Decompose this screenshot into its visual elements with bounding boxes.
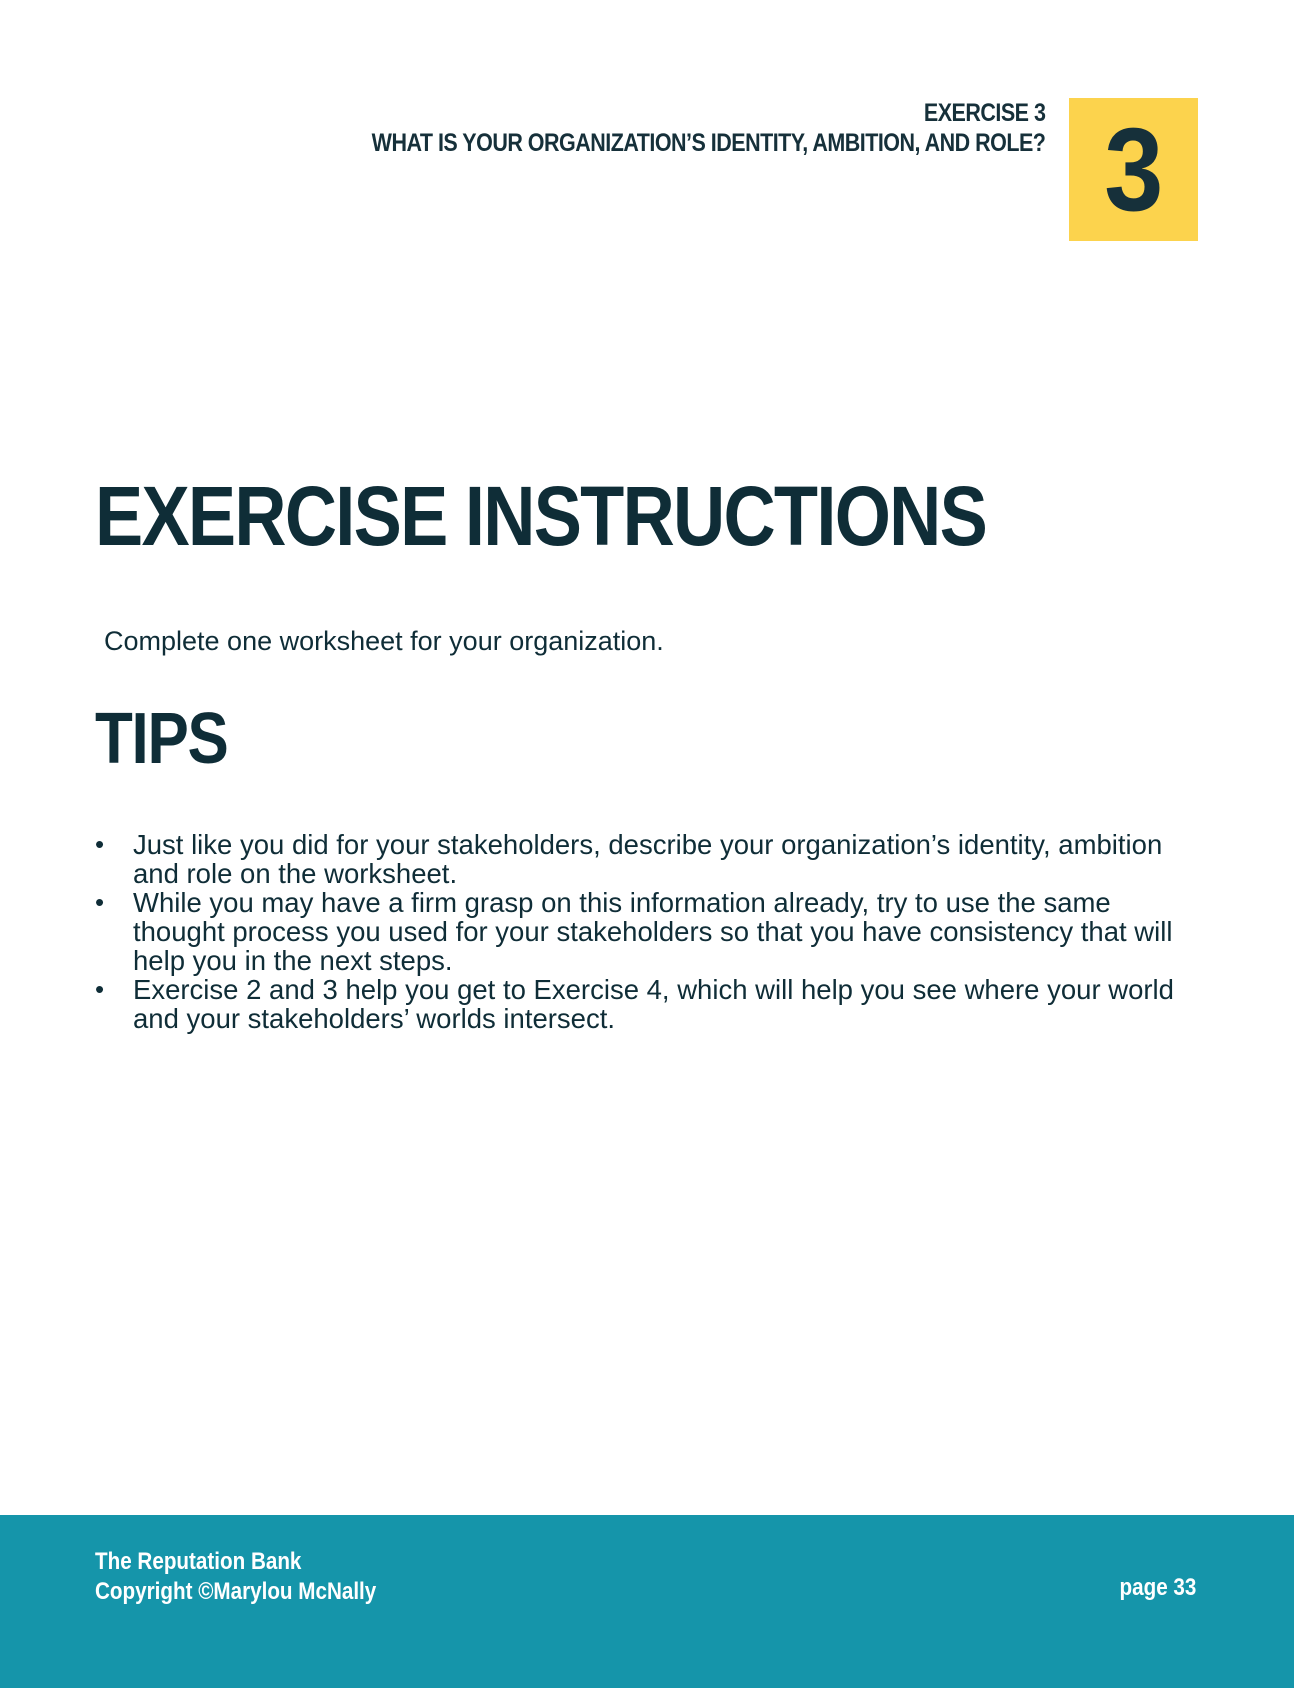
list-item: • While you may have a firm grasp on thi…: [95, 887, 1205, 976]
bullet-icon: •: [95, 974, 105, 1004]
tips-heading: TIPS: [95, 699, 229, 779]
page-number: page 33: [1119, 1574, 1196, 1601]
exercise-number-badge: 3: [1069, 98, 1198, 241]
bullet-icon: •: [95, 887, 105, 917]
page-title: EXERCISE INSTRUCTIONS: [95, 469, 988, 563]
footer-credits: The Reputation Bank Copyright ©Marylou M…: [95, 1547, 376, 1607]
list-item: • Exercise 2 and 3 help you get to Exerc…: [95, 974, 1205, 1034]
footer-brand: The Reputation Bank: [95, 1548, 302, 1575]
exercise-question: WHAT IS YOUR ORGANIZATION’S IDENTITY, AM…: [371, 129, 1045, 157]
exercise-header: EXERCISE 3 WHAT IS YOUR ORGANIZATION’S I…: [262, 98, 1045, 158]
bullet-icon: •: [95, 829, 105, 859]
tip-text: Exercise 2 and 3 help you get to Exercis…: [133, 974, 1174, 1034]
exercise-label: EXERCISE 3: [923, 99, 1045, 127]
list-item: • Just like you did for your stakeholder…: [95, 829, 1205, 889]
page-footer: The Reputation Bank Copyright ©Marylou M…: [0, 1515, 1294, 1688]
badge-number: 3: [1103, 103, 1164, 236]
footer-copyright: Copyright ©Marylou McNally: [95, 1578, 377, 1605]
tips-list: • Just like you did for your stakeholder…: [95, 829, 1205, 1034]
instruction-text: Complete one worksheet for your organiza…: [104, 626, 664, 656]
tip-text: While you may have a firm grasp on this …: [133, 887, 1173, 976]
tip-text: Just like you did for your stakeholders,…: [133, 829, 1163, 889]
